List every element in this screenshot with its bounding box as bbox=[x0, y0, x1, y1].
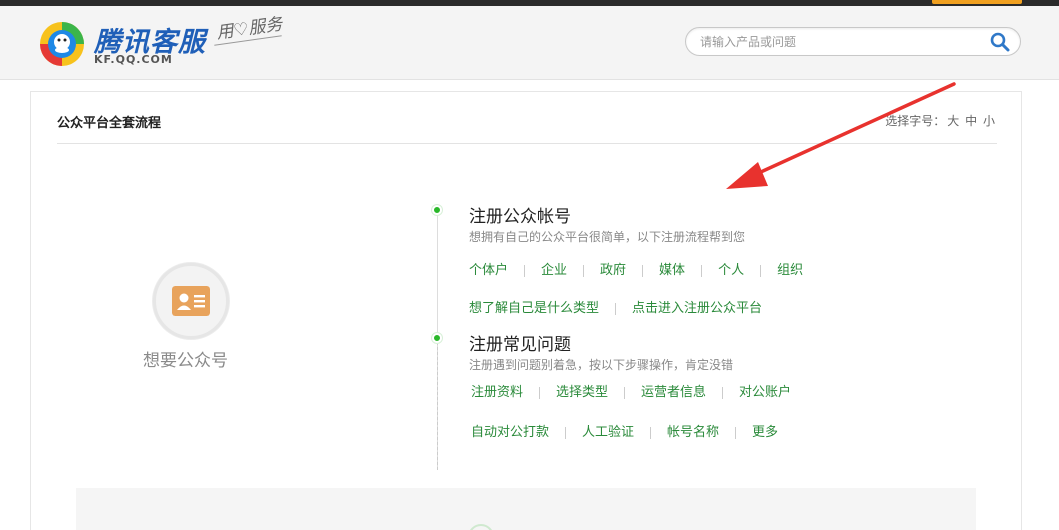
next-step-icon bbox=[468, 524, 494, 530]
link-manual-verify[interactable]: 人工验证 bbox=[582, 425, 634, 440]
top-nav-button[interactable] bbox=[932, 0, 1022, 4]
search-icon[interactable] bbox=[989, 32, 1011, 52]
link-row-register-actions: 想了解自己是什么类型 点击进入注册公众平台 bbox=[469, 297, 762, 316]
separator bbox=[565, 426, 567, 439]
link-account-name[interactable]: 帐号名称 bbox=[667, 425, 719, 440]
font-size-selector: 选择字号：大 中 小 bbox=[885, 112, 995, 129]
slogan: 用♡服务 bbox=[215, 14, 284, 44]
link-personal[interactable]: 个人 bbox=[718, 263, 744, 278]
next-step-box bbox=[76, 488, 976, 530]
site-header: 腾讯客服 KF.QQ.COM 用♡服务 bbox=[0, 6, 1059, 80]
separator bbox=[722, 386, 724, 399]
link-learn-type[interactable]: 想了解自己是什么类型 bbox=[469, 301, 599, 316]
page-title: 公众平台全套流程 bbox=[57, 116, 162, 131]
timeline-dot-2 bbox=[432, 333, 442, 343]
link-media[interactable]: 媒体 bbox=[659, 263, 685, 278]
link-register-docs[interactable]: 注册资料 bbox=[471, 385, 523, 400]
link-government[interactable]: 政府 bbox=[600, 263, 626, 278]
separator bbox=[624, 386, 626, 399]
link-row-faq-2: 自动对公打款 人工验证 帐号名称 更多 bbox=[471, 421, 778, 440]
link-row-faq-1: 注册资料 选择类型 运营者信息 对公账户 bbox=[471, 381, 791, 400]
link-more[interactable]: 更多 bbox=[752, 425, 778, 440]
separator bbox=[650, 426, 652, 439]
link-enter-register[interactable]: 点击进入注册公众平台 bbox=[632, 301, 762, 316]
link-operator-info[interactable]: 运营者信息 bbox=[641, 385, 706, 400]
search-box bbox=[685, 27, 1021, 56]
tencent-logo-icon[interactable] bbox=[38, 20, 86, 68]
link-auto-payment[interactable]: 自动对公打款 bbox=[471, 425, 549, 440]
font-size-medium[interactable]: 中 bbox=[965, 114, 977, 128]
link-enterprise[interactable]: 企业 bbox=[541, 263, 567, 278]
font-size-label: 选择字号： bbox=[885, 114, 946, 128]
section-title-register: 注册公众帐号 bbox=[469, 207, 571, 227]
main-panel: 公众平台全套流程 选择字号：大 中 小 想要公众号 注册公众帐号 想拥有自己的公… bbox=[30, 91, 1022, 530]
section-title-faq: 注册常见问题 bbox=[469, 335, 571, 355]
separator bbox=[735, 426, 737, 439]
link-choose-type[interactable]: 选择类型 bbox=[556, 385, 608, 400]
link-row-account-types: 个体户 企业 政府 媒体 个人 组织 bbox=[469, 259, 803, 278]
search-input[interactable] bbox=[700, 33, 980, 51]
logo-subtext: KF.QQ.COM bbox=[94, 53, 173, 66]
link-individual-business[interactable]: 个体户 bbox=[469, 263, 508, 278]
id-card-icon bbox=[172, 286, 210, 316]
font-size-large[interactable]: 大 bbox=[947, 114, 959, 128]
link-corporate-account[interactable]: 对公账户 bbox=[739, 385, 791, 400]
avatar bbox=[153, 263, 229, 339]
want-account-label: 想要公众号 bbox=[143, 351, 228, 371]
separator bbox=[539, 386, 541, 399]
separator bbox=[583, 264, 585, 277]
separator bbox=[524, 264, 526, 277]
section-desc-faq: 注册遇到问题别着急，按以下步骤操作，肯定没错 bbox=[469, 358, 734, 372]
title-divider bbox=[57, 143, 997, 144]
section-desc-register: 想拥有自己的公众平台很简单，以下注册流程帮到您 bbox=[469, 230, 746, 244]
separator bbox=[642, 264, 644, 277]
timeline-dashed bbox=[437, 342, 438, 470]
separator bbox=[760, 264, 762, 277]
separator bbox=[615, 302, 617, 315]
link-organization[interactable]: 组织 bbox=[777, 263, 803, 278]
font-size-small[interactable]: 小 bbox=[983, 114, 995, 128]
separator bbox=[701, 264, 703, 277]
timeline-dot-1 bbox=[432, 205, 442, 215]
